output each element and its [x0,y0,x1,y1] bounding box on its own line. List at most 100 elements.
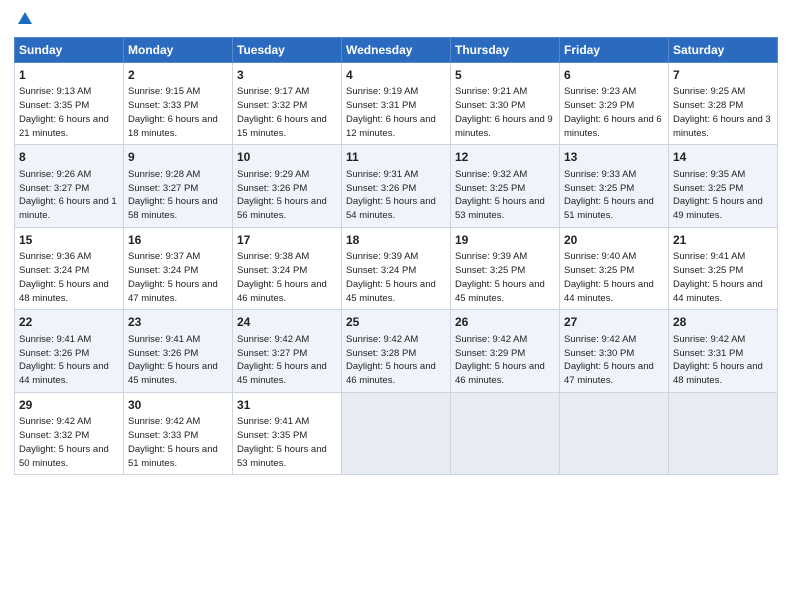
day-number: 25 [346,314,446,331]
calendar-cell: 3Sunrise: 9:17 AMSunset: 3:32 PMDaylight… [233,63,342,145]
calendar-cell: 6Sunrise: 9:23 AMSunset: 3:29 PMDaylight… [560,63,669,145]
sunset-line: Sunset: 3:31 PM [673,347,773,361]
sunrise-line: Sunrise: 9:31 AM [346,168,446,182]
day-number: 24 [237,314,337,331]
sunrise-line: Sunrise: 9:39 AM [346,250,446,264]
day-number: 11 [346,149,446,166]
calendar-cell [560,392,669,474]
daylight-line: Daylight: 5 hours and 53 minutes. [455,195,555,223]
sunset-line: Sunset: 3:27 PM [237,347,337,361]
sunrise-line: Sunrise: 9:40 AM [564,250,664,264]
daylight-line: Daylight: 5 hours and 46 minutes. [237,278,337,306]
calendar-cell: 29Sunrise: 9:42 AMSunset: 3:32 PMDayligh… [15,392,124,474]
sunrise-line: Sunrise: 9:41 AM [673,250,773,264]
sunset-line: Sunset: 3:32 PM [237,99,337,113]
day-number: 2 [128,67,228,84]
calendar-cell: 27Sunrise: 9:42 AMSunset: 3:30 PMDayligh… [560,310,669,392]
sunrise-line: Sunrise: 9:21 AM [455,85,555,99]
sunrise-line: Sunrise: 9:26 AM [19,168,119,182]
sunset-line: Sunset: 3:25 PM [564,182,664,196]
logo [14,10,34,31]
sunset-line: Sunset: 3:32 PM [19,429,119,443]
sunrise-line: Sunrise: 9:23 AM [564,85,664,99]
calendar-cell: 10Sunrise: 9:29 AMSunset: 3:26 PMDayligh… [233,145,342,227]
col-header-saturday: Saturday [669,38,778,63]
daylight-line: Daylight: 5 hours and 54 minutes. [346,195,446,223]
daylight-line: Daylight: 5 hours and 46 minutes. [346,360,446,388]
sunset-line: Sunset: 3:30 PM [455,99,555,113]
day-number: 19 [455,232,555,249]
day-number: 20 [564,232,664,249]
calendar-cell: 19Sunrise: 9:39 AMSunset: 3:25 PMDayligh… [451,227,560,309]
day-number: 27 [564,314,664,331]
sunset-line: Sunset: 3:25 PM [455,264,555,278]
sunrise-line: Sunrise: 9:17 AM [237,85,337,99]
calendar-cell: 28Sunrise: 9:42 AMSunset: 3:31 PMDayligh… [669,310,778,392]
daylight-line: Daylight: 6 hours and 1 minute. [19,195,119,223]
col-header-tuesday: Tuesday [233,38,342,63]
day-number: 18 [346,232,446,249]
sunset-line: Sunset: 3:28 PM [673,99,773,113]
daylight-line: Daylight: 5 hours and 44 minutes. [19,360,119,388]
logo-icon [16,10,34,31]
calendar-cell: 24 Sunrise: 9:42 AMSunset: 3:27 PMDayligh… [233,310,342,392]
sunrise-line: Sunrise: 9:42 AM [346,333,446,347]
sunrise-line: Sunrise: 9:42 AM [128,415,228,429]
sunrise-line: Sunrise: 9:42 AM [237,333,337,347]
day-number: 8 [19,149,119,166]
sunset-line: Sunset: 3:25 PM [455,182,555,196]
day-number: 4 [346,67,446,84]
week-row-4: 22Sunrise: 9:41 AMSunset: 3:26 PMDayligh… [15,310,778,392]
day-number: 10 [237,149,337,166]
daylight-line: Daylight: 6 hours and 21 minutes. [19,113,119,141]
daylight-line: Daylight: 5 hours and 45 minutes. [237,360,337,388]
sunset-line: Sunset: 3:29 PM [564,99,664,113]
calendar-cell: 4Sunrise: 9:19 AMSunset: 3:31 PMDaylight… [342,63,451,145]
daylight-line: Daylight: 5 hours and 51 minutes. [128,443,228,471]
daylight-line: Daylight: 5 hours and 45 minutes. [128,360,228,388]
day-number: 16 [128,232,228,249]
calendar-cell [342,392,451,474]
daylight-line: Daylight: 6 hours and 9 minutes. [455,113,555,141]
day-number: 26 [455,314,555,331]
sunrise-line: Sunrise: 9:37 AM [128,250,228,264]
calendar-cell: 8Sunrise: 9:26 AMSunset: 3:27 PMDaylight… [15,145,124,227]
day-number: 6 [564,67,664,84]
day-number: 9 [128,149,228,166]
sunset-line: Sunset: 3:33 PM [128,99,228,113]
sunset-line: Sunset: 3:24 PM [19,264,119,278]
sunrise-line: Sunrise: 9:36 AM [19,250,119,264]
day-number: 13 [564,149,664,166]
calendar-cell: 17Sunrise: 9:38 AMSunset: 3:24 PMDayligh… [233,227,342,309]
calendar-cell: 31Sunrise: 9:41 AMSunset: 3:35 PMDayligh… [233,392,342,474]
col-header-wednesday: Wednesday [342,38,451,63]
sunrise-line: Sunrise: 9:42 AM [564,333,664,347]
calendar-cell: 15Sunrise: 9:36 AMSunset: 3:24 PMDayligh… [15,227,124,309]
day-number: 5 [455,67,555,84]
sunrise-line: Sunrise: 9:41 AM [128,333,228,347]
calendar-cell: 18Sunrise: 9:39 AMSunset: 3:24 PMDayligh… [342,227,451,309]
daylight-line: Daylight: 5 hours and 46 minutes. [455,360,555,388]
sunrise-line: Sunrise: 9:28 AM [128,168,228,182]
sunset-line: Sunset: 3:31 PM [346,99,446,113]
calendar-cell [451,392,560,474]
calendar-cell: 30Sunrise: 9:42 AMSunset: 3:33 PMDayligh… [124,392,233,474]
calendar-cell [669,392,778,474]
sunset-line: Sunset: 3:26 PM [237,182,337,196]
week-row-3: 15Sunrise: 9:36 AMSunset: 3:24 PMDayligh… [15,227,778,309]
day-number: 7 [673,67,773,84]
daylight-line: Daylight: 6 hours and 6 minutes. [564,113,664,141]
daylight-line: Daylight: 5 hours and 50 minutes. [19,443,119,471]
col-header-sunday: Sunday [15,38,124,63]
daylight-line: Daylight: 5 hours and 44 minutes. [673,278,773,306]
day-number: 23 [128,314,228,331]
daylight-line: Daylight: 5 hours and 58 minutes. [128,195,228,223]
sunset-line: Sunset: 3:29 PM [455,347,555,361]
sunrise-line: Sunrise: 9:42 AM [673,333,773,347]
day-number: 29 [19,397,119,414]
calendar-header-row: SundayMondayTuesdayWednesdayThursdayFrid… [15,38,778,63]
calendar-cell: 21Sunrise: 9:41 AMSunset: 3:25 PMDayligh… [669,227,778,309]
calendar-cell: 12Sunrise: 9:32 AMSunset: 3:25 PMDayligh… [451,145,560,227]
sunset-line: Sunset: 3:26 PM [19,347,119,361]
sunset-line: Sunset: 3:26 PM [128,347,228,361]
